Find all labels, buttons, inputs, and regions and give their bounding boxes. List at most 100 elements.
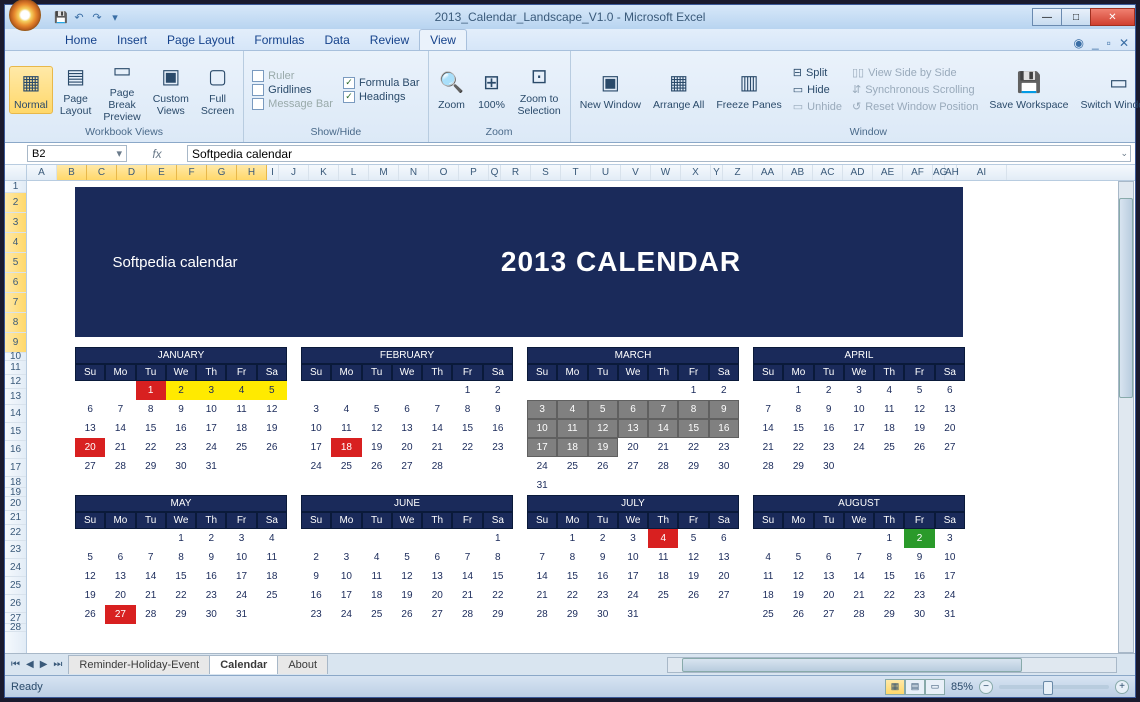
day-cell[interactable] — [753, 381, 783, 400]
day-cell[interactable]: 25 — [557, 457, 587, 476]
custom-views-button[interactable]: ▣Custom Views — [148, 60, 194, 120]
day-cell[interactable] — [557, 476, 587, 495]
row-header-28[interactable]: 28 — [5, 624, 26, 632]
day-cell[interactable]: 3 — [527, 400, 557, 419]
day-cell[interactable] — [331, 529, 361, 548]
day-cell[interactable]: 9 — [588, 548, 618, 567]
day-cell[interactable]: 9 — [814, 400, 844, 419]
day-cell[interactable]: 15 — [452, 419, 482, 438]
day-cell[interactable] — [226, 457, 256, 476]
day-cell[interactable]: 24 — [527, 457, 557, 476]
page-layout-button[interactable]: ▤Page Layout — [55, 60, 97, 120]
day-cell[interactable]: 9 — [301, 567, 331, 586]
col-header-C[interactable]: C — [87, 165, 117, 180]
day-cell[interactable]: 15 — [678, 419, 708, 438]
maximize-button[interactable]: □ — [1061, 8, 1091, 26]
day-cell[interactable] — [136, 529, 166, 548]
day-cell[interactable]: 25 — [753, 605, 783, 624]
day-cell[interactable] — [75, 381, 105, 400]
day-cell[interactable]: 27 — [75, 457, 105, 476]
day-cell[interactable]: 22 — [483, 586, 513, 605]
day-cell[interactable]: 10 — [935, 548, 965, 567]
day-cell[interactable]: 9 — [483, 400, 513, 419]
day-cell[interactable] — [483, 457, 513, 476]
col-header-Q[interactable]: Q — [489, 165, 501, 180]
save-icon[interactable]: 💾 — [53, 9, 69, 25]
day-cell[interactable]: 7 — [527, 548, 557, 567]
day-cell[interactable]: 16 — [814, 419, 844, 438]
day-cell[interactable]: 14 — [422, 419, 452, 438]
nav-last-icon[interactable]: ⏭ — [51, 659, 64, 670]
day-cell[interactable]: 6 — [935, 381, 965, 400]
day-cell[interactable]: 28 — [452, 605, 482, 624]
day-cell[interactable]: 26 — [257, 438, 287, 457]
day-cell[interactable]: 21 — [753, 438, 783, 457]
day-cell[interactable]: 20 — [422, 586, 452, 605]
redo-icon[interactable]: ↷ — [89, 9, 105, 25]
row-header-3[interactable]: 3 — [5, 213, 26, 233]
day-cell[interactable]: 11 — [331, 419, 361, 438]
day-cell[interactable] — [392, 381, 422, 400]
row-header-26[interactable]: 26 — [5, 595, 26, 613]
day-cell[interactable]: 24 — [301, 457, 331, 476]
day-cell[interactable]: 3 — [618, 529, 648, 548]
day-cell[interactable]: 26 — [783, 605, 813, 624]
row-header-16[interactable]: 16 — [5, 441, 26, 459]
row-header-21[interactable]: 21 — [5, 511, 26, 525]
day-cell[interactable] — [527, 529, 557, 548]
day-cell[interactable]: 5 — [392, 548, 422, 567]
tab-review[interactable]: Review — [360, 30, 419, 50]
day-cell[interactable]: 4 — [648, 529, 678, 548]
day-cell[interactable]: 8 — [136, 400, 166, 419]
day-cell[interactable]: 21 — [136, 586, 166, 605]
day-cell[interactable] — [783, 529, 813, 548]
day-cell[interactable]: 29 — [678, 457, 708, 476]
day-cell[interactable]: 1 — [483, 529, 513, 548]
headings-checkbox[interactable]: ✓Headings — [339, 90, 424, 104]
full-screen-button[interactable]: ▢Full Screen — [196, 60, 239, 120]
row-header-8[interactable]: 8 — [5, 313, 26, 333]
day-cell[interactable]: 20 — [709, 567, 739, 586]
day-cell[interactable]: 17 — [844, 419, 874, 438]
view-normal-icon[interactable]: ▦ — [885, 679, 905, 695]
col-header-R[interactable]: R — [501, 165, 531, 180]
day-cell[interactable]: 20 — [618, 438, 648, 457]
day-cell[interactable]: 1 — [783, 381, 813, 400]
day-cell[interactable]: 31 — [196, 457, 226, 476]
day-cell[interactable]: 13 — [618, 419, 648, 438]
day-cell[interactable]: 17 — [527, 438, 557, 457]
day-cell[interactable]: 29 — [783, 457, 813, 476]
day-cell[interactable]: 4 — [753, 548, 783, 567]
day-cell[interactable]: 18 — [874, 419, 904, 438]
day-cell[interactable] — [648, 476, 678, 495]
day-cell[interactable]: 7 — [648, 400, 678, 419]
col-header-T[interactable]: T — [561, 165, 591, 180]
row-header-25[interactable]: 25 — [5, 577, 26, 595]
day-cell[interactable]: 19 — [904, 419, 934, 438]
zoom-level[interactable]: 85% — [951, 681, 973, 693]
col-header-I[interactable]: I — [267, 165, 279, 180]
day-cell[interactable]: 6 — [709, 529, 739, 548]
day-cell[interactable] — [362, 529, 392, 548]
day-cell[interactable]: 28 — [648, 457, 678, 476]
view-break-icon[interactable]: ▭ — [925, 679, 945, 695]
day-cell[interactable]: 20 — [105, 586, 135, 605]
day-cell[interactable]: 22 — [452, 438, 482, 457]
calendar-logo-cell[interactable]: Softpedia calendar — [77, 189, 273, 335]
day-cell[interactable]: 2 — [196, 529, 226, 548]
day-cell[interactable]: 10 — [527, 419, 557, 438]
col-header-L[interactable]: L — [339, 165, 369, 180]
day-cell[interactable]: 31 — [226, 605, 256, 624]
day-cell[interactable]: 29 — [483, 605, 513, 624]
day-cell[interactable]: 11 — [874, 400, 904, 419]
day-cell[interactable]: 23 — [166, 438, 196, 457]
day-cell[interactable]: 11 — [257, 548, 287, 567]
switch-windows-button[interactable]: ▭Switch Windows — [1076, 66, 1140, 114]
hscroll-thumb[interactable] — [682, 658, 1022, 672]
day-cell[interactable]: 18 — [648, 567, 678, 586]
zoom-selection-button[interactable]: ⊡Zoom to Selection — [513, 60, 566, 120]
day-cell[interactable]: 26 — [678, 586, 708, 605]
day-cell[interactable]: 1 — [557, 529, 587, 548]
day-cell[interactable] — [678, 605, 708, 624]
day-cell[interactable]: 8 — [452, 400, 482, 419]
